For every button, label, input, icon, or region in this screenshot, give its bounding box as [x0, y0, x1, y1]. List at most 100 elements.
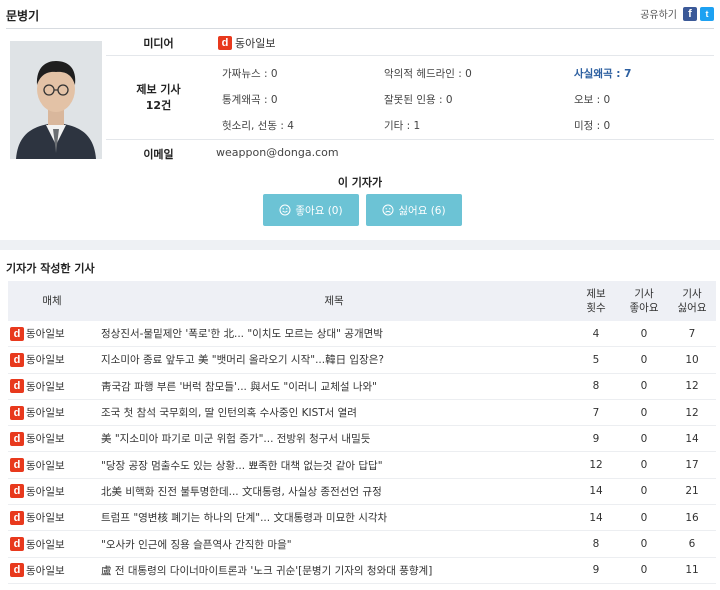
row-dislikes: 16	[685, 511, 699, 524]
report-label: 제보 기사	[136, 83, 181, 96]
donga-logo-icon: d	[10, 563, 24, 578]
row-likes: 0	[640, 353, 648, 366]
stat-nonsense: 헛소리, 선동 : 4	[222, 120, 294, 132]
donga-logo-icon: d	[10, 484, 24, 499]
row-report-count: 14	[589, 511, 603, 524]
row-likes: 0	[640, 564, 648, 577]
facebook-icon[interactable]: f	[683, 6, 697, 21]
donga-logo-icon: d	[10, 352, 24, 367]
row-report-count: 9	[592, 564, 600, 577]
row-dislikes: 17	[685, 459, 699, 472]
row-media[interactable]: d 동아일보	[8, 431, 96, 446]
row-likes: 0	[640, 432, 648, 445]
reporter-profile: 미디어 d 동아일보 제보 기사 12건 가짜뉴스 : 0 악의적 헤드라인 :…	[6, 28, 714, 166]
table-row: d 동아일보 지소미아 종료 앞두고 美 "뱃머리 올라오기 시작"...韓日 …	[8, 347, 716, 374]
row-media[interactable]: d 동아일보	[8, 326, 96, 341]
row-report-count: 8	[592, 538, 600, 551]
row-dislikes: 14	[685, 432, 699, 445]
media-value[interactable]: d 동아일보	[218, 35, 275, 51]
twitter-icon[interactable]: t	[700, 6, 714, 21]
row-likes: 0	[640, 380, 648, 393]
row-article-title-link[interactable]: 조국 첫 참석 국무회의, 딸 인턴의혹 수사중인 KIST서 열려	[96, 405, 572, 420]
col-media-header: 매체	[42, 295, 62, 307]
row-article-title-link[interactable]: 北美 비핵화 진전 불투명한데... 文대통령, 사실상 종전선언 규정	[96, 484, 572, 499]
row-media[interactable]: d 동아일보	[8, 563, 96, 578]
row-likes: 0	[640, 485, 648, 498]
row-article-title-link[interactable]: "오사카 인근에 징용 슬픈역사 간직한 마을"	[96, 537, 572, 552]
articles-table: 매체 제목 제보 횟수 기사 좋아요 기사 싫어요 d 동아일보 정상진서-물밑…	[8, 281, 716, 584]
row-media-name: 동아일보	[26, 459, 65, 472]
smile-icon	[279, 204, 291, 216]
row-article-title-link[interactable]: 盧 전 대통령의 다이너마이트론과 '노크 귀순'[문병기 기자의 청와대 풍향…	[96, 563, 572, 578]
table-row: d 동아일보 조국 첫 참석 국무회의, 딸 인턴의혹 수사중인 KIST서 열…	[8, 400, 716, 427]
stat-other: 기타 : 1	[384, 120, 421, 132]
vote-title: 이 기자가	[337, 176, 383, 189]
row-article-title-link[interactable]: 靑국감 파행 부른 '버럭 참모들'... 與서도 "이러니 교체설 나와"	[96, 379, 572, 394]
row-report-count: 12	[589, 459, 603, 472]
reporter-name: 문병기	[6, 9, 40, 23]
report-count: 12건	[145, 99, 172, 112]
row-media[interactable]: d 동아일보	[8, 352, 96, 367]
table-row: d 동아일보 盧 전 대통령의 다이너마이트론과 '노크 귀순'[문병기 기자의…	[8, 558, 716, 584]
col-likes-header: 기사 좋아요	[629, 288, 659, 314]
table-row: d 동아일보 정상진서-물밑제안 '폭로'한 北... "이치도 모르는 상대"…	[8, 321, 716, 348]
media-label: 미디어	[143, 37, 174, 50]
row-article-title-link[interactable]: "당장 공장 멈출수도 있는 상황... 뾰족한 대책 없는것 같아 답답"	[96, 458, 572, 473]
donga-logo-icon: d	[10, 458, 24, 473]
row-report-count: 9	[592, 432, 600, 445]
row-media-name: 동아일보	[26, 380, 65, 393]
stat-fake-news: 가짜뉴스 : 0	[222, 68, 278, 80]
row-likes: 0	[640, 511, 648, 524]
like-button[interactable]: 좋아요 (0)	[263, 194, 359, 226]
row-article-title-link[interactable]: 美 "지소미아 파기로 미군 위험 증가"... 전방위 청구서 내밀듯	[96, 431, 572, 446]
row-media[interactable]: d 동아일보	[8, 510, 96, 525]
row-media-name: 동아일보	[26, 407, 65, 420]
table-row: d 동아일보 靑국감 파행 부른 '버럭 참모들'... 與서도 "이러니 교체…	[8, 374, 716, 400]
dislike-button[interactable]: 싫어요 (6)	[366, 194, 462, 226]
email-value[interactable]: weappon@donga.com	[216, 146, 339, 159]
table-row: d 동아일보 美 "지소미아 파기로 미군 위험 증가"... 전방위 청구서 …	[8, 426, 716, 453]
donga-logo-icon: d	[10, 510, 24, 525]
table-row: d 동아일보 北美 비핵화 진전 불투명한데... 文대통령, 사실상 종전선언…	[8, 479, 716, 506]
row-media-name: 동아일보	[26, 433, 65, 446]
row-dislikes: 12	[685, 380, 699, 393]
articles-section-title: 기자가 작성한 기사	[6, 262, 95, 275]
row-media-name: 동아일보	[26, 354, 65, 367]
row-article-title-link[interactable]: 트럼프 "영변核 폐기는 하나의 단계"... 文대통령과 미묘한 시각차	[96, 510, 572, 525]
page-header: 문병기 공유하기 f t	[0, 0, 720, 28]
row-article-title-link[interactable]: 지소미아 종료 앞두고 美 "뱃머리 올라오기 시작"...韓日 입장은?	[96, 352, 572, 367]
col-report-count-header: 제보 횟수	[586, 288, 606, 314]
row-likes: 0	[640, 538, 648, 551]
donga-logo-icon: d	[218, 36, 232, 50]
row-likes: 0	[640, 459, 648, 472]
row-media-name: 동아일보	[26, 538, 65, 551]
row-media[interactable]: d 동아일보	[8, 379, 96, 394]
media-row: 미디어 d 동아일보	[106, 29, 714, 56]
report-row: 제보 기사 12건 가짜뉴스 : 0 악의적 헤드라인 : 0 사실왜곡 : 7…	[106, 56, 714, 140]
stat-misreport: 오보 : 0	[574, 94, 611, 106]
row-media[interactable]: d 동아일보	[8, 405, 96, 420]
table-header: 매체 제목 제보 횟수 기사 좋아요 기사 싫어요	[8, 281, 716, 321]
row-media[interactable]: d 동아일보	[8, 537, 96, 552]
vote-section: 이 기자가 좋아요 (0) 싫어요 (6)	[0, 166, 720, 238]
table-row: d 동아일보 트럼프 "영변核 폐기는 하나의 단계"... 文대통령과 미묘한…	[8, 505, 716, 532]
donga-logo-icon: d	[10, 379, 24, 394]
donga-logo-icon: d	[10, 326, 24, 341]
row-article-title-link[interactable]: 정상진서-물밑제안 '폭로'한 北... "이치도 모르는 상대" 공개면박	[96, 326, 572, 341]
row-media-name: 동아일보	[26, 564, 65, 577]
donga-logo-icon: d	[10, 537, 24, 552]
row-dislikes: 6	[688, 538, 696, 551]
report-label-block: 제보 기사 12건	[106, 82, 211, 114]
dislike-button-label: 싫어요 (6)	[398, 204, 446, 217]
frown-icon	[382, 204, 394, 216]
stat-stat-distortion: 통계왜곡 : 0	[222, 94, 278, 106]
row-media[interactable]: d 동아일보	[8, 484, 96, 499]
section-divider	[0, 240, 720, 250]
row-media[interactable]: d 동아일보	[8, 458, 96, 473]
donga-logo-icon: d	[10, 405, 24, 420]
table-row: d 동아일보 "오사카 인근에 징용 슬픈역사 간직한 마을" 8 0 6	[8, 531, 716, 558]
share-label: 공유하기	[640, 10, 677, 21]
reporter-photo	[10, 41, 102, 159]
col-title-header: 제목	[324, 295, 344, 307]
row-report-count: 5	[592, 353, 600, 366]
